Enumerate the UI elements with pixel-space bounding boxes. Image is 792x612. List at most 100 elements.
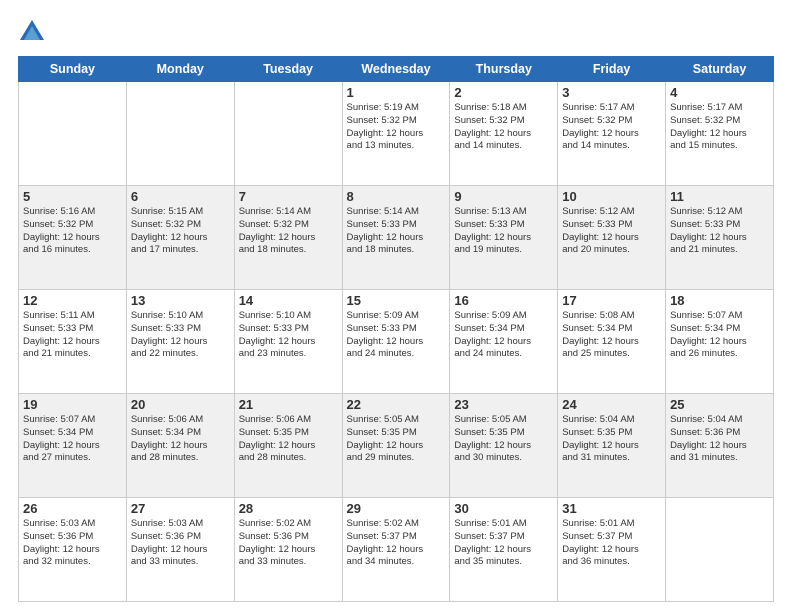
weekday-header-cell: Wednesday (342, 57, 450, 82)
calendar-cell: 3 Sunrise: 5:17 AMSunset: 5:32 PMDaylight… (558, 82, 666, 186)
day-info: Sunrise: 5:05 AMSunset: 5:35 PMDaylight:… (454, 414, 553, 465)
logo-icon (18, 18, 46, 46)
day-info: Sunrise: 5:06 AMSunset: 5:34 PMDaylight:… (131, 414, 230, 465)
day-number: 8 (347, 189, 446, 204)
day-number: 14 (239, 293, 338, 308)
calendar-cell: 12 Sunrise: 5:11 AMSunset: 5:33 PMDayligh… (19, 290, 127, 394)
calendar-cell: 28 Sunrise: 5:02 AMSunset: 5:36 PMDayligh… (234, 498, 342, 602)
day-number: 2 (454, 85, 553, 100)
calendar-cell: 22 Sunrise: 5:05 AMSunset: 5:35 PMDayligh… (342, 394, 450, 498)
day-info: Sunrise: 5:03 AMSunset: 5:36 PMDaylight:… (23, 518, 122, 569)
page: SundayMondayTuesdayWednesdayThursdayFrid… (0, 0, 792, 612)
header (18, 18, 774, 46)
day-info: Sunrise: 5:07 AMSunset: 5:34 PMDaylight:… (23, 414, 122, 465)
calendar-body: 1 Sunrise: 5:19 AMSunset: 5:32 PMDaylight… (19, 82, 774, 602)
calendar-cell (126, 82, 234, 186)
calendar-cell: 21 Sunrise: 5:06 AMSunset: 5:35 PMDayligh… (234, 394, 342, 498)
calendar-cell: 16 Sunrise: 5:09 AMSunset: 5:34 PMDayligh… (450, 290, 558, 394)
calendar-cell: 26 Sunrise: 5:03 AMSunset: 5:36 PMDayligh… (19, 498, 127, 602)
calendar-cell: 24 Sunrise: 5:04 AMSunset: 5:35 PMDayligh… (558, 394, 666, 498)
calendar-cell: 29 Sunrise: 5:02 AMSunset: 5:37 PMDayligh… (342, 498, 450, 602)
calendar-cell: 6Sunrise: 5:15 AMSunset: 5:32 PMDaylight… (126, 186, 234, 290)
day-number: 21 (239, 397, 338, 412)
day-number: 6 (131, 189, 230, 204)
day-number: 19 (23, 397, 122, 412)
calendar: SundayMondayTuesdayWednesdayThursdayFrid… (18, 56, 774, 602)
weekday-header-row: SundayMondayTuesdayWednesdayThursdayFrid… (19, 57, 774, 82)
day-info: Sunrise: 5:10 AMSunset: 5:33 PMDaylight:… (239, 310, 338, 361)
day-info: Sunrise: 5:19 AMSunset: 5:32 PMDaylight:… (347, 102, 446, 153)
day-info: Sunrise: 5:11 AMSunset: 5:33 PMDaylight:… (23, 310, 122, 361)
day-number: 15 (347, 293, 446, 308)
day-info: Sunrise: 5:05 AMSunset: 5:35 PMDaylight:… (347, 414, 446, 465)
calendar-cell: 31 Sunrise: 5:01 AMSunset: 5:37 PMDayligh… (558, 498, 666, 602)
weekday-header-cell: Sunday (19, 57, 127, 82)
day-number: 26 (23, 501, 122, 516)
day-info: Sunrise: 5:04 AMSunset: 5:36 PMDaylight:… (670, 414, 769, 465)
day-number: 27 (131, 501, 230, 516)
day-info: Sunrise: 5:16 AMSunset: 5:32 PMDaylight:… (23, 206, 122, 257)
day-info: Sunrise: 5:12 AMSunset: 5:33 PMDaylight:… (562, 206, 661, 257)
calendar-cell: 13Sunrise: 5:10 AMSunset: 5:33 PMDayligh… (126, 290, 234, 394)
day-number: 16 (454, 293, 553, 308)
day-info: Sunrise: 5:17 AMSunset: 5:32 PMDaylight:… (562, 102, 661, 153)
weekday-header-cell: Monday (126, 57, 234, 82)
calendar-cell: 5 Sunrise: 5:16 AMSunset: 5:32 PMDaylight… (19, 186, 127, 290)
day-number: 4 (670, 85, 769, 100)
calendar-cell: 27 Sunrise: 5:03 AMSunset: 5:36 PMDayligh… (126, 498, 234, 602)
day-number: 29 (347, 501, 446, 516)
day-info: Sunrise: 5:17 AMSunset: 5:32 PMDaylight:… (670, 102, 769, 153)
day-number: 30 (454, 501, 553, 516)
calendar-cell: 25 Sunrise: 5:04 AMSunset: 5:36 PMDayligh… (666, 394, 774, 498)
calendar-cell (234, 82, 342, 186)
calendar-cell: 10 Sunrise: 5:12 AMSunset: 5:33 PMDayligh… (558, 186, 666, 290)
day-number: 20 (131, 397, 230, 412)
logo (18, 18, 50, 46)
weekday-header-cell: Friday (558, 57, 666, 82)
calendar-week-row: 19 Sunrise: 5:07 AMSunset: 5:34 PMDayligh… (19, 394, 774, 498)
day-number: 28 (239, 501, 338, 516)
day-number: 5 (23, 189, 122, 204)
calendar-cell: 30 Sunrise: 5:01 AMSunset: 5:37 PMDayligh… (450, 498, 558, 602)
calendar-cell: 9Sunrise: 5:13 AMSunset: 5:33 PMDaylight… (450, 186, 558, 290)
day-info: Sunrise: 5:08 AMSunset: 5:34 PMDaylight:… (562, 310, 661, 361)
day-info: Sunrise: 5:13 AMSunset: 5:33 PMDaylight:… (454, 206, 553, 257)
day-number: 17 (562, 293, 661, 308)
day-number: 24 (562, 397, 661, 412)
calendar-cell: 18Sunrise: 5:07 AMSunset: 5:34 PMDayligh… (666, 290, 774, 394)
day-number: 12 (23, 293, 122, 308)
day-number: 18 (670, 293, 769, 308)
day-info: Sunrise: 5:02 AMSunset: 5:37 PMDaylight:… (347, 518, 446, 569)
calendar-cell (666, 498, 774, 602)
day-info: Sunrise: 5:12 AMSunset: 5:33 PMDaylight:… (670, 206, 769, 257)
calendar-week-row: 1 Sunrise: 5:19 AMSunset: 5:32 PMDaylight… (19, 82, 774, 186)
day-info: Sunrise: 5:14 AMSunset: 5:32 PMDaylight:… (239, 206, 338, 257)
weekday-header-cell: Thursday (450, 57, 558, 82)
day-info: Sunrise: 5:09 AMSunset: 5:34 PMDaylight:… (454, 310, 553, 361)
day-number: 23 (454, 397, 553, 412)
day-info: Sunrise: 5:01 AMSunset: 5:37 PMDaylight:… (562, 518, 661, 569)
day-info: Sunrise: 5:10 AMSunset: 5:33 PMDaylight:… (131, 310, 230, 361)
day-number: 11 (670, 189, 769, 204)
calendar-cell: 1 Sunrise: 5:19 AMSunset: 5:32 PMDaylight… (342, 82, 450, 186)
day-info: Sunrise: 5:04 AMSunset: 5:35 PMDaylight:… (562, 414, 661, 465)
day-number: 10 (562, 189, 661, 204)
day-info: Sunrise: 5:06 AMSunset: 5:35 PMDaylight:… (239, 414, 338, 465)
day-info: Sunrise: 5:18 AMSunset: 5:32 PMDaylight:… (454, 102, 553, 153)
day-number: 22 (347, 397, 446, 412)
calendar-week-row: 5 Sunrise: 5:16 AMSunset: 5:32 PMDaylight… (19, 186, 774, 290)
calendar-cell: 23 Sunrise: 5:05 AMSunset: 5:35 PMDayligh… (450, 394, 558, 498)
weekday-header-cell: Saturday (666, 57, 774, 82)
calendar-cell: 17 Sunrise: 5:08 AMSunset: 5:34 PMDayligh… (558, 290, 666, 394)
calendar-cell: 15 Sunrise: 5:09 AMSunset: 5:33 PMDayligh… (342, 290, 450, 394)
day-info: Sunrise: 5:09 AMSunset: 5:33 PMDaylight:… (347, 310, 446, 361)
day-number: 1 (347, 85, 446, 100)
day-info: Sunrise: 5:01 AMSunset: 5:37 PMDaylight:… (454, 518, 553, 569)
calendar-cell: 2 Sunrise: 5:18 AMSunset: 5:32 PMDaylight… (450, 82, 558, 186)
day-info: Sunrise: 5:02 AMSunset: 5:36 PMDaylight:… (239, 518, 338, 569)
day-number: 31 (562, 501, 661, 516)
day-number: 3 (562, 85, 661, 100)
calendar-week-row: 26 Sunrise: 5:03 AMSunset: 5:36 PMDayligh… (19, 498, 774, 602)
day-info: Sunrise: 5:03 AMSunset: 5:36 PMDaylight:… (131, 518, 230, 569)
day-number: 25 (670, 397, 769, 412)
